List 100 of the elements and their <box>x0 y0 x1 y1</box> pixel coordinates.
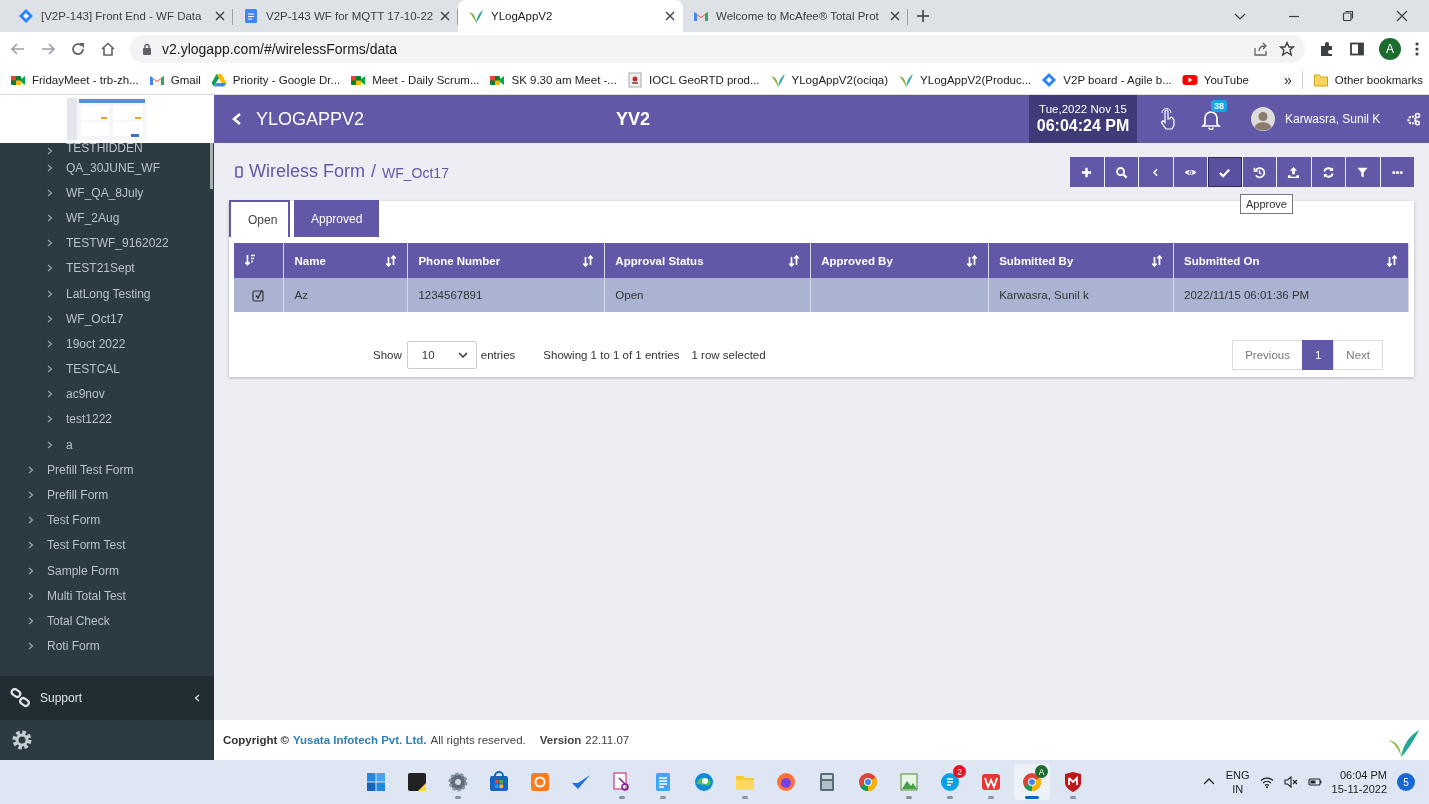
bookmark-link[interactable]: SK 9.30 am Meet -... <box>511 73 617 86</box>
address-bar[interactable]: v2.ylogapp.com/#/wirelessForms/data <box>130 34 1305 63</box>
sidebar-item[interactable]: Prefill Form <box>47 488 109 503</box>
chevron-right-icon[interactable] <box>28 516 34 525</box>
chevron-right-icon[interactable] <box>28 642 34 651</box>
chevron-right-icon[interactable] <box>28 465 34 474</box>
row-select-cell[interactable] <box>234 278 284 312</box>
camera-icon[interactable] <box>528 770 552 794</box>
pagination-button[interactable]: Previous <box>1232 340 1303 370</box>
chevron-right-icon[interactable] <box>47 289 53 298</box>
toolbar-button[interactable] <box>1173 157 1207 187</box>
bookmark-link[interactable]: IOCL GeoRTD prod... <box>648 73 760 86</box>
close-icon[interactable] <box>215 11 225 21</box>
sort-icon[interactable] <box>385 254 398 267</box>
picture-icon[interactable] <box>897 770 921 794</box>
checked-checkbox-icon[interactable] <box>252 288 266 302</box>
plus-icon[interactable] <box>916 9 930 23</box>
close-icon[interactable] <box>890 11 900 21</box>
chevron-right-icon[interactable] <box>28 491 34 500</box>
browser-tab[interactable]: YLogAppV2 <box>458 0 683 32</box>
column-header[interactable]: Phone Number <box>407 243 605 278</box>
pagination-button[interactable]: Next <box>1333 340 1383 370</box>
bookmark-link[interactable]: Priority - Google Dr... <box>232 73 341 86</box>
puzzle-icon[interactable] <box>1319 40 1335 57</box>
bookmark-folder[interactable]: Other bookmarks <box>1334 73 1423 86</box>
windows-icon[interactable] <box>364 770 388 794</box>
chevron-right-icon[interactable] <box>47 339 53 348</box>
bookmark-link[interactable]: Meet - Daily Scrum... <box>372 73 480 86</box>
sort-icon[interactable] <box>966 254 979 267</box>
browser-tab[interactable]: [V2P-143] Front End - WF Data <box>8 0 233 32</box>
chrome-icon[interactable] <box>1020 770 1044 794</box>
chrome-icon[interactable] <box>856 770 880 794</box>
profile-avatar[interactable]: A <box>1379 37 1401 60</box>
sidebar-item[interactable]: Prefill Test Form <box>47 462 134 477</box>
forward-arrow-icon[interactable] <box>40 40 56 57</box>
back-arrow-icon[interactable] <box>10 40 26 57</box>
star-icon[interactable] <box>1279 40 1295 57</box>
toolbar-button[interactable] <box>1346 157 1380 187</box>
sidebar-item[interactable]: TESTWF_9162022 <box>66 236 169 251</box>
sticky-note-icon[interactable] <box>405 770 429 794</box>
chevron-right-icon[interactable] <box>28 541 34 550</box>
sort-icon[interactable] <box>788 254 801 267</box>
close-icon[interactable] <box>440 11 451 21</box>
restore-icon[interactable] <box>1342 10 1354 22</box>
sidebar-item[interactable]: TESTCAL <box>66 362 120 377</box>
sidebar-item[interactable]: Sample Form <box>47 563 120 578</box>
gear-icon[interactable] <box>446 770 470 794</box>
scrollbar-thumb[interactable] <box>210 143 213 189</box>
user-name[interactable]: Karwasra, Sunil K <box>1285 112 1407 126</box>
sidebar-item[interactable]: Total Check <box>47 613 110 628</box>
sort-icon[interactable] <box>244 253 256 266</box>
settings-icon[interactable] <box>10 728 34 752</box>
sort-icon[interactable] <box>1386 254 1398 267</box>
chevron-right-icon[interactable] <box>28 591 34 600</box>
user-avatar[interactable] <box>1251 107 1275 131</box>
taskbar-clock[interactable]: 06:04 PM 15-11-2022 <box>1331 768 1387 796</box>
chevron-right-icon[interactable] <box>28 616 34 625</box>
chevron-right-icon[interactable] <box>47 213 53 222</box>
notification-count[interactable]: 5 <box>1397 773 1415 791</box>
sort-icon[interactable] <box>1151 254 1164 267</box>
bookmark-link[interactable]: FridayMeet - trb-zh... <box>32 73 139 86</box>
sidebar-item[interactable]: QA_30JUNE_WF <box>66 160 161 175</box>
more-bookmarks-button[interactable]: » <box>1284 71 1292 88</box>
toolbar-button[interactable] <box>1242 157 1276 187</box>
page-length-select[interactable]: 10 <box>406 341 477 369</box>
chevron-right-icon[interactable] <box>47 239 53 248</box>
toolbar-button[interactable] <box>1070 157 1104 187</box>
toolbar-button[interactable] <box>1104 157 1138 187</box>
bookmark-link[interactable]: Gmail <box>170 73 201 86</box>
support-menu[interactable]: Support <box>0 676 214 720</box>
chevron-right-icon[interactable] <box>47 188 53 197</box>
battery-icon[interactable] <box>1307 775 1322 789</box>
close-icon[interactable] <box>665 11 675 21</box>
bookmark-link[interactable]: YLogAppV2(ociqa) <box>791 73 889 86</box>
bookmark-link[interactable]: YLogAppV2(Produc... <box>920 73 1032 86</box>
chevron-right-icon[interactable] <box>47 314 53 323</box>
settings-icon[interactable] <box>1407 112 1421 126</box>
share-icon[interactable] <box>1253 40 1269 57</box>
close-icon[interactable] <box>1396 10 1408 22</box>
sidebar-item[interactable]: Roti Form <box>47 639 100 654</box>
browser-tab[interactable]: Welcome to McAfee® Total Prot <box>683 0 908 32</box>
muted-speaker-icon[interactable] <box>1283 775 1298 789</box>
side-panel-icon[interactable] <box>1349 40 1365 57</box>
toolbar-button[interactable] <box>1277 157 1311 187</box>
browser-tab[interactable]: V2P-143 WF for MQTT 17-10-22 <box>233 0 458 32</box>
company-link[interactable]: Yusata Infotech Pvt. Ltd. <box>292 734 427 746</box>
sidebar-item[interactable]: TEST21Sept <box>66 261 135 276</box>
sidebar-item[interactable]: WF_QA_8July <box>66 185 144 200</box>
language-indicator[interactable]: ENG IN <box>1225 768 1250 796</box>
column-header[interactable]: Name <box>284 243 408 278</box>
bookmark-link[interactable]: V2P board - Agile b... <box>1063 73 1172 86</box>
select-column-header[interactable] <box>234 243 284 278</box>
chevron-right-icon[interactable] <box>28 566 34 575</box>
toolbar-button[interactable] <box>1380 157 1414 187</box>
menu-icon[interactable] <box>1415 40 1419 57</box>
chevron-right-icon[interactable] <box>47 415 53 424</box>
store-icon[interactable] <box>487 770 511 794</box>
bell-icon[interactable] <box>1201 108 1221 130</box>
sidebar-item[interactable]: ac9nov <box>66 387 105 402</box>
sidebar-item[interactable]: 19oct 2022 <box>66 336 126 351</box>
